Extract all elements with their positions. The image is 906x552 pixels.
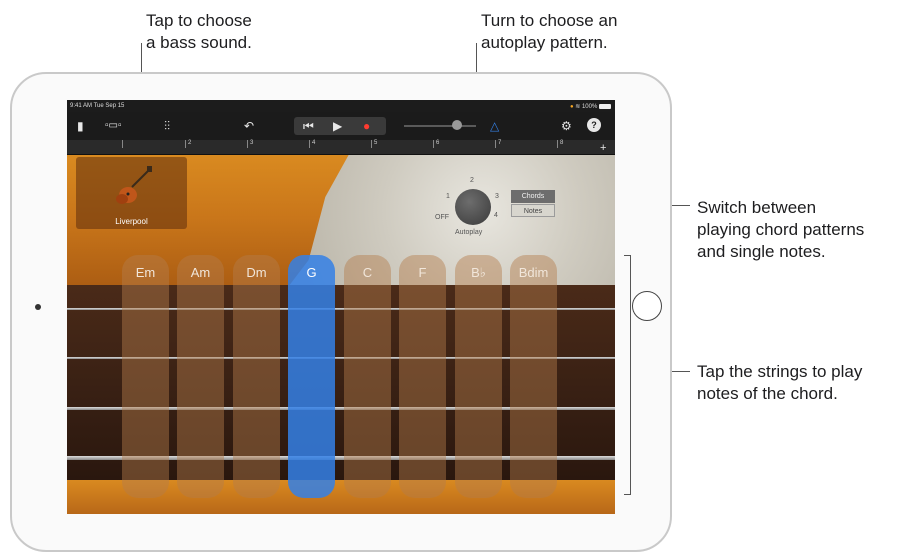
play-icon[interactable]: ▶	[333, 118, 342, 134]
chords-mode-button[interactable]: Chords	[511, 190, 555, 203]
add-section-icon[interactable]: +	[600, 140, 606, 156]
front-camera	[35, 304, 41, 310]
garageband-screen: 9:41 AM Tue Sep 15 ● ≋ 100% ▮ ▫▭▫ ⫶⫶ ↶ ⏮…	[67, 100, 615, 514]
chord-label: Dm	[246, 265, 267, 280]
volume-knob[interactable]	[452, 120, 462, 130]
wifi-icon: ≋	[575, 104, 581, 110]
chord-strip-dm[interactable]: Dm	[233, 255, 280, 498]
home-button[interactable]	[632, 291, 662, 321]
status-time: 9:41 AM Tue Sep 15	[70, 103, 125, 109]
chord-label: B♭	[471, 265, 486, 280]
mixer-icon[interactable]: ⫶⫶	[164, 118, 170, 134]
chord-strip-am[interactable]: Am	[177, 255, 224, 498]
chord-strip-em[interactable]: Em	[122, 255, 169, 498]
ruler-mark: 5	[371, 140, 377, 148]
chord-label: C	[362, 265, 373, 280]
chord-label: Am	[190, 265, 211, 280]
ruler-mark: 8	[557, 140, 563, 148]
chord-label: Bdim	[518, 265, 549, 280]
timeline-ruler[interactable]: 2 3 4 5 6 7 8 +	[67, 140, 615, 155]
help-icon[interactable]: ?	[587, 118, 601, 132]
strings-bracket	[624, 255, 631, 495]
master-volume-slider[interactable]	[404, 125, 476, 127]
record-icon[interactable]: ●	[363, 118, 370, 134]
chord-strip-bb[interactable]: B♭	[455, 255, 502, 498]
status-bar: 9:41 AM Tue Sep 15 ● ≋ 100%	[67, 100, 615, 112]
chord-label: F	[418, 265, 427, 280]
undo-icon[interactable]: ↶	[244, 118, 254, 134]
callout-autoplay: Turn to choose an autoplay pattern.	[481, 11, 618, 52]
my-songs-icon[interactable]: ▮	[77, 118, 84, 134]
chord-label: Em	[135, 265, 156, 280]
autoplay-pos-1: 1	[446, 193, 450, 200]
ruler-mark: 4	[309, 140, 315, 148]
instrument-name: Liverpool	[115, 217, 148, 226]
ruler-mark: 3	[247, 140, 253, 148]
bass-guitar-icon	[116, 166, 152, 204]
chord-strip-bdim[interactable]: Bdim	[510, 255, 557, 498]
metronome-icon[interactable]: △	[490, 118, 499, 134]
playhead-marker[interactable]	[122, 140, 125, 148]
autoplay-pos-3: 3	[495, 193, 499, 200]
chord-strip-g[interactable]: G	[288, 255, 335, 498]
go-to-beginning-icon[interactable]: ⏮	[303, 118, 314, 134]
chord-strip-f[interactable]: F	[399, 255, 446, 498]
chord-strip-c[interactable]: C	[344, 255, 391, 498]
autoplay-off: OFF	[435, 214, 449, 221]
ruler-mark: 7	[495, 140, 501, 148]
status-battery: ● ≋ 100%	[570, 103, 611, 110]
autoplay-pos-4: 4	[494, 212, 498, 219]
callout-bass-sound: Tap to choose a bass sound.	[146, 11, 252, 52]
battery-icon	[599, 103, 611, 109]
location-icon: ●	[569, 104, 574, 110]
view-toggle-icon[interactable]: ▫▭▫	[105, 118, 122, 134]
instrument-chooser[interactable]: Liverpool	[76, 157, 187, 229]
callout-switch: Switch between playing chord patterns an…	[697, 198, 865, 261]
ruler-mark: 2	[185, 140, 191, 148]
callout-strings: Tap the strings to play notes of the cho…	[697, 362, 863, 403]
battery-percent: 100%	[581, 104, 598, 110]
chord-label: G	[306, 265, 317, 280]
autoplay-pos-2: 2	[470, 177, 474, 184]
notes-mode-button[interactable]: Notes	[511, 204, 555, 217]
toolbar: ▮ ▫▭▫ ⫶⫶ ↶ ⏮ ▶ ● △ ⚙ ?	[67, 112, 615, 140]
ruler-mark: 6	[433, 140, 439, 148]
autoplay-label: Autoplay	[455, 229, 483, 236]
autoplay-knob[interactable]	[455, 189, 491, 225]
settings-gear-icon[interactable]: ⚙	[561, 118, 572, 134]
